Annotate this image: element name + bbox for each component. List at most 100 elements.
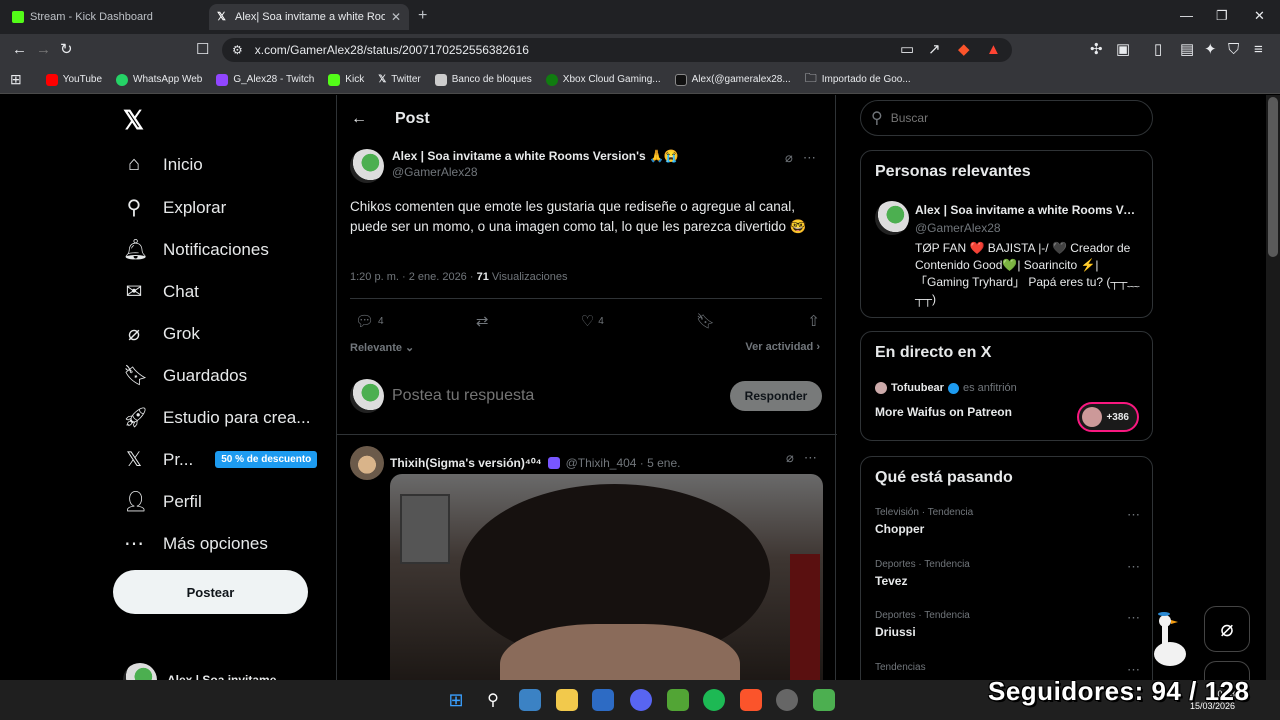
sort-dropdown[interactable]: Relevante ⌄ [350, 341, 414, 354]
nav-item-notificaciones[interactable]: 🔔︎ Notificaciones [123, 237, 269, 262]
address-bar[interactable]: ⚙ x.com/GamerAlex28/status/2007170252556… [222, 38, 1012, 62]
back-icon[interactable]: ← [12, 42, 27, 58]
bookmark-kick[interactable]: Kick [328, 73, 364, 86]
wallet-icon[interactable]: ▤ [1180, 42, 1194, 58]
repost-action[interactable]: ⇄ [476, 312, 489, 330]
brave-rewards-icon[interactable]: ▲ [986, 42, 1001, 58]
vpn-icon[interactable]: ⛉ [1228, 42, 1239, 58]
post-button[interactable]: Postear [113, 570, 308, 614]
trend-item[interactable]: Deportes · Tendencia Driussi ⋯ [875, 610, 1140, 639]
main-column: ← Post Alex | Soa invitame a white Rooms… [336, 95, 837, 684]
tab-kick-dashboard[interactable]: Stream - Kick Dashboard [4, 4, 204, 30]
bookmark-youtube[interactable]: YouTube [45, 73, 102, 86]
x-logo-icon[interactable]: 𝕏 [123, 105, 144, 136]
nav-item-perfil[interactable]: 👤︎ Perfil [123, 489, 202, 514]
reply-button[interactable]: Responder [730, 381, 822, 411]
widgets-icon[interactable] [519, 689, 541, 711]
brave-icon[interactable] [740, 689, 762, 711]
scrollbar[interactable] [1268, 97, 1278, 257]
bookmark-twitch[interactable]: G_Alex28 - Twitch [216, 73, 314, 86]
search-input[interactable] [890, 111, 1131, 125]
menu-icon[interactable]: ≡ [1254, 42, 1263, 58]
minecraft-icon[interactable] [667, 689, 689, 711]
reload-icon[interactable]: ↻ [60, 42, 73, 58]
nav-item-grok[interactable]: ⌀ Grok [123, 321, 200, 346]
cast-icon[interactable]: ▭ [900, 42, 914, 58]
reply-action[interactable]: 💬︎ 4 [355, 312, 384, 330]
new-tab-icon[interactable]: + [418, 7, 427, 25]
bookmark-tiktok[interactable]: Alex(@gameralex28... [674, 73, 791, 86]
relevant-bio: TØP FAN ❤️ BAJISTA |-/ 🖤 Creador de Cont… [915, 241, 1140, 306]
tweet-author[interactable]: Alex | Soa invitame a white Rooms Versio… [350, 149, 679, 183]
bookmark-banco-bloques[interactable]: Banco de bloques [434, 73, 532, 86]
forward-icon[interactable]: → [36, 42, 51, 58]
tweet-meta: 1:20 p. m. · 2 ene. 2026 · 71 Visualizac… [350, 271, 568, 283]
avatar[interactable] [875, 201, 909, 235]
more-icon[interactable]: ⋯ [803, 150, 826, 165]
live-host[interactable]: Tofuubear es anfitrión [875, 382, 1017, 394]
windows-start-icon[interactable]: ⊞ [445, 689, 467, 711]
live-title[interactable]: More Waifus on Patreon [875, 405, 1012, 419]
store-icon[interactable] [592, 689, 614, 711]
close-tab-icon[interactable]: ✕ [391, 10, 401, 24]
reply-input[interactable] [392, 387, 722, 405]
live-listeners-badge[interactable]: +386 [1077, 402, 1139, 432]
bookmark-folder-imported[interactable]: 🗀︎ Importado de Goo... [805, 69, 911, 90]
avatar[interactable] [350, 149, 384, 183]
view-activity-link[interactable]: Ver actividad › [745, 341, 820, 354]
spotify-icon[interactable] [703, 689, 725, 711]
obs-icon[interactable] [776, 689, 798, 711]
discord-icon[interactable] [630, 689, 652, 711]
apps-grid-icon[interactable]: ⊞ [10, 71, 22, 88]
like-action[interactable]: ♡ 4 [581, 312, 604, 330]
bookmark-xbox-cloud[interactable]: Xbox Cloud Gaming... [545, 73, 661, 86]
more-icon[interactable]: ⋯ [1127, 559, 1140, 575]
brave-shield-icon[interactable]: ◆ [958, 42, 970, 58]
search-box[interactable]: ⚲ [860, 100, 1153, 136]
sidebar-icon[interactable]: ▯ [1154, 42, 1162, 58]
more-icon[interactable]: ⋯ [804, 450, 827, 465]
nav-item-estudio[interactable]: 🚀︎ Estudio para crea... [123, 405, 310, 430]
back-arrow-icon[interactable]: ← [351, 110, 367, 128]
bookmark-twitter[interactable]: 𝕏 Twitter [378, 74, 421, 85]
grok-icon[interactable]: ⌀ [786, 450, 804, 465]
file-explorer-icon[interactable] [556, 689, 578, 711]
tab-x-post[interactable]: 𝕏 Alex| Soa invitame a white Room ✕ [209, 4, 409, 30]
avatar [350, 379, 384, 413]
maximize-icon[interactable]: ❐ [1216, 8, 1228, 24]
more-icon[interactable]: ⋯ [1127, 610, 1140, 626]
minimize-icon[interactable]: — [1180, 8, 1193, 23]
search-icon[interactable]: ⚲ [482, 689, 504, 711]
nav-item-mas-opciones[interactable]: ⋯ Más opciones [123, 531, 268, 556]
share-action[interactable]: ⇧ [807, 312, 820, 330]
nav-item-chat[interactable]: ✉ Chat [123, 279, 199, 304]
reader-icon[interactable]: ▣ [1116, 42, 1130, 58]
relevant-name[interactable]: Alex | Soa invitame a white Rooms Versio… [915, 203, 1140, 217]
app-icon[interactable] [813, 689, 835, 711]
share-icon[interactable]: ↗ [928, 42, 941, 58]
trend-item[interactable]: Televisión · Tendencia Chopper ⋯ [875, 507, 1140, 536]
bookmark-whatsapp[interactable]: WhatsApp Web [116, 73, 202, 86]
grok-icon[interactable]: ⌀ [785, 150, 803, 165]
author-handle[interactable]: @GamerAlex28 [392, 165, 679, 179]
site-info-icon[interactable]: ⚙ [232, 43, 243, 57]
more-icon[interactable]: ⋯ [1127, 507, 1140, 523]
nav-item-premium[interactable]: 𝕏 Pr... 50 % de descuento [123, 447, 318, 472]
grok-float-button[interactable]: ⌀ [1204, 606, 1250, 652]
relevant-handle[interactable]: @GamerAlex28 [915, 221, 1001, 235]
reply-post[interactable]: Thixih(Sigma's versión)⁴⁰⁴ @Thixih_404 ·… [350, 446, 827, 684]
bookmark-page-icon[interactable]: ☐ [196, 42, 209, 58]
avatar[interactable] [350, 446, 384, 480]
leo-icon[interactable]: ✦ [1204, 42, 1217, 58]
trend-item[interactable]: Tendencias ⋯ [875, 662, 1140, 677]
bookmark-action[interactable]: 🔖︎ [696, 312, 715, 330]
nav-item-inicio[interactable]: ⌂ Inicio [123, 153, 203, 176]
extensions-icon[interactable]: ✣ [1090, 42, 1103, 58]
nav-item-guardados[interactable]: 🔖︎ Guardados [123, 363, 247, 388]
nav-item-explorar[interactable]: ⚲ Explorar [123, 195, 227, 220]
trend-item[interactable]: Deportes · Tendencia Tevez ⋯ [875, 559, 1140, 588]
author-name[interactable]: Alex | Soa invitame a white Rooms Versio… [392, 149, 679, 163]
reply-media-image[interactable] [390, 474, 823, 684]
close-window-icon[interactable]: ✕ [1254, 8, 1265, 24]
